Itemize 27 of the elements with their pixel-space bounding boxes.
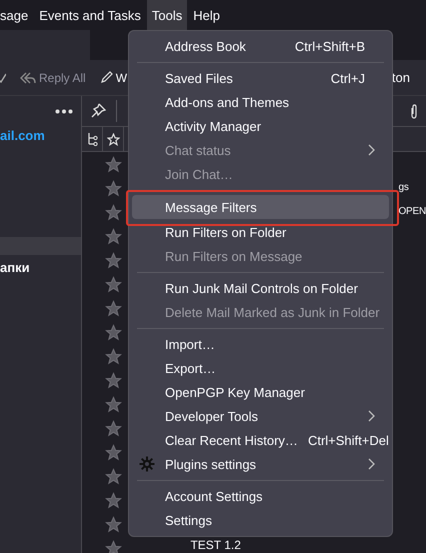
menu-item[interactable]: Developer Tools — [132, 404, 389, 428]
menu-bar-item[interactable]: Events and Tasks — [34, 0, 146, 30]
message-subject[interactable]: TEST 1.2 — [190, 538, 241, 552]
menu-item[interactable]: Export… — [132, 356, 389, 380]
menu-item[interactable]: Plugins settings — [132, 452, 389, 476]
menu-item[interactable]: Import… — [132, 332, 389, 356]
menu-bar-item[interactable]: Tools — [146, 0, 188, 30]
message-subject[interactable]: gs — [398, 182, 409, 193]
reply-all-button[interactable]: Reply All — [20, 70, 86, 84]
message-subject[interactable]: OPEN — [398, 206, 426, 217]
menu-item[interactable]: Clear Recent History… Ctrl+Shift+Del — [132, 428, 389, 452]
menu-item[interactable]: Activity Manager — [132, 114, 389, 138]
menu-item[interactable]: Address Book Ctrl+Shift+B — [132, 34, 389, 58]
menu-item[interactable]: Saved Files Ctrl+J — [132, 66, 389, 90]
account-name[interactable]: ail.com — [0, 128, 82, 143]
menu-bar-item[interactable]: sage — [0, 0, 34, 30]
menu-item[interactable]: Message Filters — [132, 195, 389, 219]
toolbar-label[interactable]: ton — [392, 70, 410, 85]
menu-item[interactable]: Settings — [132, 508, 389, 532]
write-button[interactable]: W — [100, 70, 128, 84]
menu-item[interactable]: Run Junk Mail Controls on Folder — [132, 276, 389, 300]
menu-item[interactable]: Add-ons and Themes — [132, 90, 389, 114]
menu-item[interactable]: Run Filters on Folder — [132, 220, 389, 244]
menu-item[interactable]: Account Settings — [132, 484, 389, 508]
menu-item[interactable]: OpenPGP Key Manager — [132, 380, 389, 404]
folder-name[interactable]: апки — [0, 260, 82, 275]
menu-bar-item[interactable]: Help — [188, 0, 225, 30]
